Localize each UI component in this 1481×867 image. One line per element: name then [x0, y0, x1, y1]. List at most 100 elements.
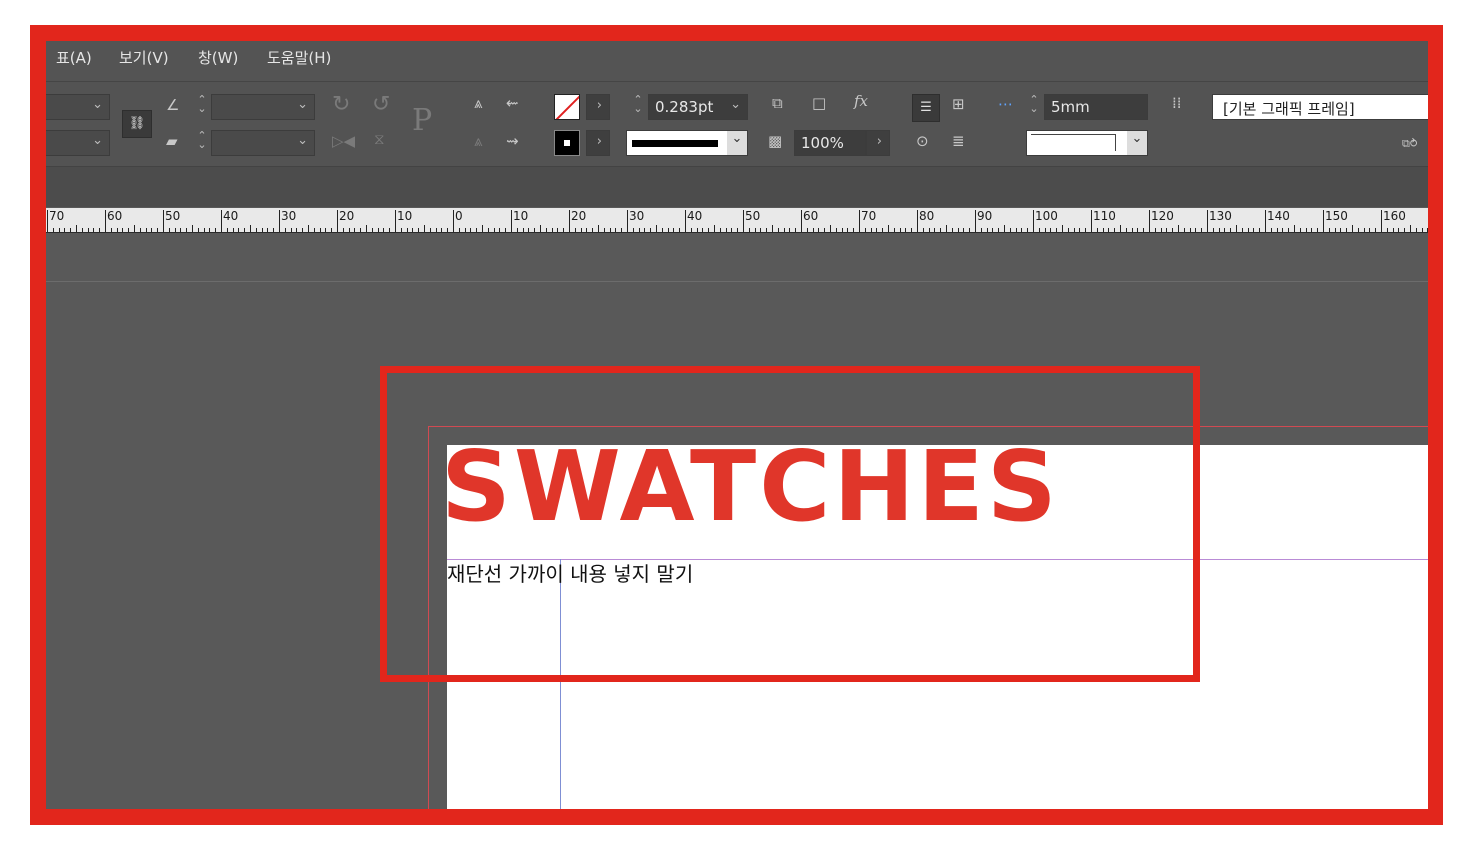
ruler-minor-tick — [1056, 228, 1058, 232]
fill-swatch-menu-button[interactable]: › — [586, 94, 610, 120]
ruler-minor-tick — [969, 228, 971, 232]
ruler-minor-tick — [1218, 228, 1220, 232]
ruler-minor-tick — [1131, 228, 1133, 232]
auto-fit-icon[interactable]: ⋯ — [998, 97, 1013, 112]
menu-help[interactable]: 도움말(H) — [267, 41, 331, 81]
ruler-minor-tick — [1236, 225, 1237, 232]
ruler-minor-tick — [215, 228, 217, 232]
menu-view[interactable]: 보기(V) — [119, 41, 169, 81]
ruler-minor-tick — [876, 228, 878, 232]
ruler-major-tick — [569, 210, 570, 232]
ruler-label: 130 — [1209, 209, 1232, 223]
ruler-minor-tick — [656, 225, 657, 232]
ruler-major-tick — [685, 210, 686, 232]
ruler-minor-tick — [522, 228, 524, 232]
shear-field[interactable]: ⌄ — [211, 130, 315, 156]
ruler-major-tick — [1381, 210, 1382, 232]
ruler-minor-tick — [661, 228, 663, 232]
spinner-icon[interactable]: ⌃ ⌄ — [196, 130, 208, 150]
ruler-minor-tick — [882, 228, 884, 232]
select-content-icon[interactable]: ⩓ — [474, 134, 482, 149]
ruler-minor-tick — [1143, 228, 1145, 232]
constrain-proportions-link-icon[interactable]: ⛓ — [122, 110, 152, 138]
ruler-major-tick — [337, 210, 338, 232]
ruler-minor-tick — [1241, 228, 1243, 232]
ruler-minor-tick — [360, 228, 362, 232]
ruler-minor-tick — [1415, 228, 1417, 232]
ruler-major-tick — [511, 210, 512, 232]
object-styles-icon[interactable]: ⁞⁞ — [1172, 96, 1182, 111]
flip-vertical-icon[interactable]: ⧖ — [374, 132, 385, 147]
chevron-down-icon: ⌄ — [297, 97, 308, 112]
ruler-label: 60 — [107, 209, 123, 223]
menu-table[interactable]: 표(A) — [56, 41, 92, 81]
ruler-major-tick — [1323, 210, 1324, 232]
height-field[interactable]: ⌄ — [46, 130, 110, 156]
effects-fx-icon[interactable]: fx — [854, 94, 868, 109]
frame-fitting-icon[interactable]: ⧉ — [772, 96, 783, 111]
opacity-menu-button[interactable]: › — [866, 130, 890, 156]
opacity-field[interactable]: 100% — [794, 130, 866, 156]
stroke-black-swatch[interactable] — [554, 130, 580, 156]
stroke-weight-value: 0.283pt — [655, 98, 714, 116]
text-wrap-none-icon[interactable]: ☰ — [912, 94, 940, 122]
rotate-counterclockwise-icon[interactable]: ↺ — [372, 94, 390, 116]
flip-horizontal-icon[interactable]: ▷◀ — [332, 134, 355, 149]
ruler-major-tick — [1033, 210, 1034, 232]
ruler-minor-tick — [835, 228, 837, 232]
drop-shadow-icon[interactable]: □ — [812, 96, 826, 111]
ruler-minor-tick — [708, 228, 710, 232]
ruler-minor-tick — [1125, 228, 1127, 232]
object-style-select[interactable]: [기본 그래픽 프레임] — [1212, 94, 1428, 120]
ruler-minor-tick — [493, 228, 495, 232]
ruler-minor-tick — [772, 225, 773, 232]
ruler-minor-tick — [1096, 228, 1098, 232]
control-panel: ⌄ ⌄ ⛓ ∠ ⌃ ⌄ ⌄ ▰ ⌃ ⌄ ⌄ ↻ ↺ ▷◀ ⧖ P ⩓ ⇜ ⩓ ⇝ ›… — [46, 82, 1428, 167]
rotation-field[interactable]: ⌄ — [211, 94, 315, 120]
select-next-icon[interactable]: ⇝ — [506, 134, 519, 149]
stroke-type-select[interactable]: ⌄ — [626, 130, 748, 156]
rotate-clockwise-icon[interactable]: ↻ — [332, 94, 350, 116]
ruler-minor-tick — [1021, 228, 1023, 232]
ruler-minor-tick — [1120, 225, 1121, 232]
select-previous-icon[interactable]: ⇜ — [506, 96, 519, 111]
panel-options-icon[interactable]: ⧉⥁ — [1402, 138, 1417, 149]
ruler-minor-tick — [99, 228, 101, 232]
ruler-minor-tick — [899, 228, 901, 232]
ruler-minor-tick — [592, 228, 594, 232]
ruler-minor-tick — [1398, 228, 1400, 232]
ruler-minor-tick — [766, 228, 768, 232]
spinner-icon[interactable]: ⌃ ⌄ — [196, 94, 208, 114]
spacing-field[interactable]: 5mm — [1044, 94, 1148, 120]
ruler-minor-tick — [180, 228, 182, 232]
stroke-swatch-menu-button[interactable]: › — [586, 130, 610, 156]
document-tab-bar — [46, 167, 1428, 207]
ruler-minor-tick — [806, 228, 808, 232]
ruler-label: 10 — [397, 209, 413, 223]
ruler-minor-tick — [1195, 228, 1197, 232]
ruler-minor-tick — [232, 228, 234, 232]
stroke-weight-field[interactable]: 0.283pt ⌄ — [648, 94, 748, 120]
select-container-icon[interactable]: ⩓ — [474, 96, 482, 111]
ruler-major-tick — [1149, 210, 1150, 232]
ruler-minor-tick — [1299, 228, 1301, 232]
ruler-minor-tick — [992, 228, 994, 232]
spinner-icon[interactable]: ⌃ ⌄ — [632, 94, 644, 114]
ruler-minor-tick — [1102, 228, 1104, 232]
wrap-shape-icon[interactable]: ⊙ — [916, 134, 929, 149]
wrap-bounding-box-icon[interactable]: ⊞ — [952, 97, 965, 112]
menu-window[interactable]: 창(W) — [198, 41, 238, 81]
ruler-minor-tick — [1282, 228, 1284, 232]
ruler-label: 80 — [919, 209, 935, 223]
ruler-minor-tick — [563, 228, 565, 232]
ruler-minor-tick — [795, 228, 797, 232]
corner-options-select[interactable]: ⌄ — [1026, 130, 1148, 156]
spinner-icon[interactable]: ⌃ ⌄ — [1028, 94, 1040, 114]
fill-none-swatch[interactable] — [554, 94, 580, 120]
ruler-minor-tick — [192, 225, 193, 232]
horizontal-ruler[interactable]: 70 60 50 40 30 20 10 0 10 20 30 40 50 60 70 80 90 100 110 1… — [46, 208, 1428, 233]
ruler-minor-tick — [302, 228, 304, 232]
ruler-minor-tick — [534, 228, 536, 232]
width-field[interactable]: ⌄ — [46, 94, 110, 120]
jump-object-icon[interactable]: ≣ — [952, 134, 965, 149]
